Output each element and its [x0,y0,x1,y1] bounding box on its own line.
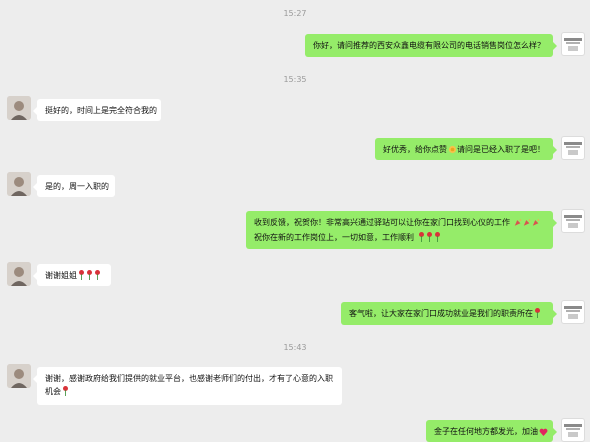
party-popper-emoji-icon [514,218,522,231]
user-avatar[interactable] [7,262,31,286]
rose-emoji-icon [434,232,441,246]
message-text: 你好，请问推荐的西安众鑫电缆有限公司的电话销售岗位怎么样？ [313,41,545,50]
message-text: 金子在任何地方都发光，加油 [434,427,538,436]
message-bubble-received[interactable]: 挺好的，时间上是完全符合我的 [33,99,161,121]
person-photo-icon [7,172,31,196]
clap-emoji-icon [448,145,457,158]
message-bubble-sent[interactable]: 收到反馈，祝贺你！非常高兴通过驿站可以让你在家门口找到心仪的工作 祝你在新的工作… [246,211,557,249]
user-avatar[interactable] [7,364,31,388]
rose-emoji-icon [78,270,85,284]
message-bubble-received[interactable]: 谢谢姐姐 [33,264,111,286]
message-text: 收到反馈，祝贺你！非常高兴通过驿站可以让你在家门口找到心仪的工作 [254,218,510,227]
service-avatar[interactable] [561,418,585,442]
message-text: 好优秀，给你点赞 [383,145,447,154]
station-logo-icon [564,424,582,437]
service-avatar[interactable] [561,300,585,324]
party-popper-emoji-icon [532,218,540,231]
rose-emoji-icon [418,232,425,246]
station-logo-icon [564,215,582,228]
timestamp: 15:27 [283,9,307,18]
user-avatar[interactable] [7,96,31,120]
rose-emoji-icon [86,270,93,284]
message-text: 挺好的，时间上是完全符合我的 [45,106,157,115]
message-text: 谢谢，感谢政府给我们提供的就业平台，也感谢老师们的付出，才有了心意的入职机会 [45,374,333,396]
person-photo-icon [7,364,31,388]
service-avatar[interactable] [561,136,585,160]
station-logo-icon [564,142,582,155]
station-logo-icon [564,38,582,51]
message-text: 请问是已经入职了是吧！ [457,145,545,154]
message-text: 客气啦，让大家在家门口成功就业是我们的职责所在 [349,309,533,318]
person-photo-icon [7,96,31,120]
timestamp: 15:43 [283,343,307,352]
message-bubble-sent[interactable]: 金子在任何地方都发光，加油 [426,420,557,442]
person-photo-icon [7,262,31,286]
party-popper-emoji-icon [523,218,531,231]
service-avatar[interactable] [561,32,585,56]
heart-emoji-icon [539,427,548,440]
message-bubble-sent[interactable]: 客气啦，让大家在家门口成功就业是我们的职责所在 [341,302,557,325]
message-bubble-received[interactable]: 是的，周一入职的 [33,175,115,197]
rose-emoji-icon [426,232,433,246]
message-text: 谢谢姐姐 [45,271,77,280]
service-avatar[interactable] [561,209,585,233]
message-bubble-sent[interactable]: 你好，请问推荐的西安众鑫电缆有限公司的电话销售岗位怎么样？ [305,34,557,57]
message-text: 是的，周一入职的 [45,182,109,191]
user-avatar[interactable] [7,172,31,196]
rose-emoji-icon [534,308,541,322]
rose-emoji-icon [62,386,69,400]
rose-emoji-icon [94,270,101,284]
station-logo-icon [564,306,582,319]
message-bubble-sent[interactable]: 好优秀，给你点赞 请问是已经入职了是吧！ [375,138,557,160]
timestamp: 15:35 [283,75,307,84]
message-bubble-received[interactable]: 谢谢，感谢政府给我们提供的就业平台，也感谢老师们的付出，才有了心意的入职机会 [33,367,342,405]
message-text: 祝你在新的工作岗位上，一切如意，工作顺利 [254,233,414,242]
